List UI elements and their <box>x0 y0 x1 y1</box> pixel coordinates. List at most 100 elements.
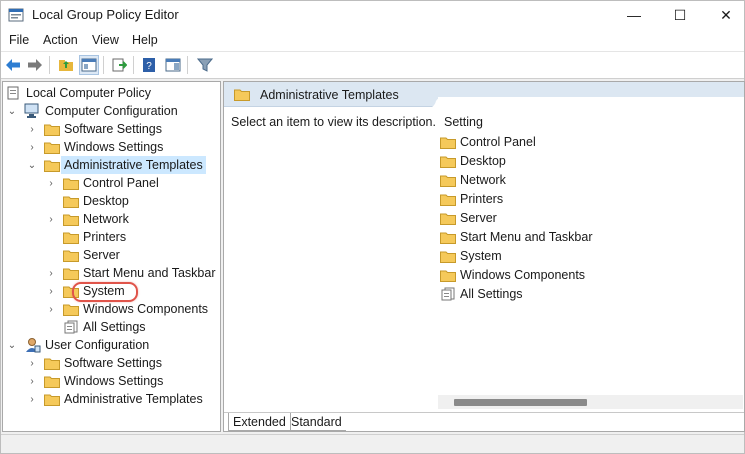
list-item-label: Printers <box>460 192 504 206</box>
list-item-label: Desktop <box>460 154 506 168</box>
toolbar-separator <box>103 56 104 74</box>
close-icon: ✕ <box>720 6 732 23</box>
policy-document-icon <box>7 86 19 100</box>
toolbar-separator <box>133 56 134 74</box>
maximize-icon: ☐ <box>673 6 687 23</box>
list-item-label: Network <box>460 173 506 187</box>
view-tabs: Extended Standard <box>224 412 744 431</box>
folder-icon <box>44 124 60 136</box>
console-tree-icon <box>81 58 97 72</box>
status-bar <box>1 434 744 453</box>
folder-icon <box>440 194 456 206</box>
scrollbar-thumb[interactable] <box>454 399 587 406</box>
list-item-label: Start Menu and Taskbar <box>460 230 593 244</box>
tree-label: Control Panel <box>83 176 159 190</box>
column-header-setting[interactable]: Setting <box>444 115 483 129</box>
help-icon: ? <box>143 58 155 72</box>
show-action-pane-button[interactable] <box>163 55 183 75</box>
chevron-right-icon[interactable]: › <box>27 124 37 135</box>
all-settings-icon <box>64 320 78 334</box>
chevron-right-icon[interactable]: › <box>46 304 56 315</box>
list-item-label: System <box>460 249 502 263</box>
tree-label: Network <box>83 212 129 226</box>
menu-bar: File Action View Help <box>1 29 744 52</box>
menu-action[interactable]: Action <box>43 33 78 47</box>
folder-icon <box>440 156 456 168</box>
tree-label: Computer Configuration <box>45 104 178 118</box>
group-policy-window: Local Group Policy Editor — ☐ ✕ File Act… <box>0 0 745 454</box>
filter-options-button[interactable] <box>195 55 215 75</box>
tree-label: Windows Settings <box>64 374 164 388</box>
chevron-right-icon[interactable]: › <box>46 214 56 225</box>
tab-extended[interactable]: Extended <box>228 413 291 431</box>
tree-label: Server <box>83 248 120 262</box>
tree-label: Start Menu and Taskbar <box>83 266 216 280</box>
title-bar: Local Group Policy Editor — ☐ ✕ <box>1 1 744 29</box>
details-pane: Administrative Templates Select an item … <box>223 81 745 432</box>
back-button[interactable] <box>3 55 23 75</box>
folder-icon <box>44 358 60 370</box>
folder-icon <box>440 232 456 244</box>
chevron-right-icon[interactable]: › <box>46 178 56 189</box>
folder-icon <box>63 232 79 244</box>
user-icon <box>26 338 41 353</box>
chevron-right-icon[interactable]: › <box>46 268 56 279</box>
folder-icon <box>63 214 79 226</box>
chevron-right-icon[interactable]: › <box>46 286 56 297</box>
console-tree[interactable]: Local Computer Policy ⌄ Computer Configu… <box>2 81 221 432</box>
chevron-right-icon[interactable]: › <box>27 394 37 405</box>
filter-icon <box>197 58 213 72</box>
folder-icon <box>63 250 79 262</box>
svg-text:?: ? <box>146 61 152 72</box>
folder-icon <box>44 142 60 154</box>
chevron-right-icon[interactable]: › <box>27 376 37 387</box>
list-item-label: Windows Components <box>460 268 586 282</box>
folder-icon <box>440 251 456 263</box>
forward-arrow-icon <box>28 59 42 71</box>
folder-icon <box>440 213 456 225</box>
toolbar-separator <box>49 56 50 74</box>
close-button[interactable]: ✕ <box>703 1 745 29</box>
all-settings-icon <box>441 287 455 301</box>
folder-up-icon <box>59 60 73 71</box>
folder-icon <box>440 175 456 187</box>
tree-label: Windows Settings <box>64 140 164 154</box>
tree-label: Administrative Templates <box>64 392 203 406</box>
tab-standard[interactable]: Standard <box>287 413 346 431</box>
description-text: Select an item to view its description. <box>231 115 436 129</box>
folder-icon <box>63 268 79 280</box>
tree-label: System <box>83 284 125 298</box>
chevron-down-icon[interactable]: ⌄ <box>7 106 17 117</box>
export-list-icon <box>112 58 127 72</box>
folder-icon <box>44 376 60 388</box>
horizontal-scrollbar[interactable] <box>438 395 743 409</box>
menu-view[interactable]: View <box>92 33 119 47</box>
up-one-level-button[interactable] <box>56 55 76 75</box>
details-header-title: Administrative Templates <box>260 88 399 102</box>
maximize-button[interactable]: ☐ <box>657 1 703 29</box>
export-list-button[interactable] <box>109 55 129 75</box>
folder-icon <box>234 89 250 101</box>
menu-file[interactable]: File <box>9 33 29 47</box>
computer-icon <box>24 103 39 118</box>
show-hide-console-tree-button[interactable] <box>79 55 99 75</box>
folder-icon <box>63 304 79 316</box>
chevron-down-icon[interactable]: ⌄ <box>27 160 37 171</box>
help-button[interactable]: ? <box>139 55 159 75</box>
chevron-right-icon[interactable]: › <box>27 142 37 153</box>
toolbar: ? <box>1 52 744 79</box>
list-item-label: Server <box>460 211 497 225</box>
tree-label: Windows Components <box>83 302 209 316</box>
forward-button[interactable] <box>25 55 45 75</box>
tree-label: User Configuration <box>45 338 150 352</box>
minimize-button[interactable]: — <box>611 1 657 29</box>
chevron-down-icon[interactable]: ⌄ <box>7 340 17 351</box>
toolbar-separator <box>187 56 188 74</box>
chevron-right-icon[interactable]: › <box>27 358 37 369</box>
list-item-label: All Settings <box>460 287 523 301</box>
folder-icon <box>44 394 60 406</box>
tree-label: Software Settings <box>64 356 162 370</box>
menu-help[interactable]: Help <box>132 33 158 47</box>
action-pane-icon <box>165 58 181 72</box>
folder-icon <box>63 286 79 298</box>
